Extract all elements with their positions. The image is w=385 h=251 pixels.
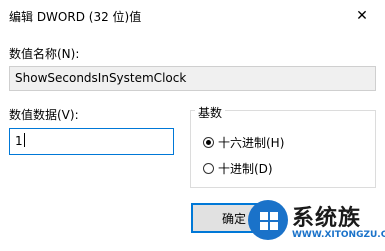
title-bar: 编辑 DWORD (32 位)值 ✕ — [0, 0, 385, 32]
site-watermark: 系统族 WWW.XITONGZU.COM — [248, 196, 385, 251]
radio-decimal-indicator[interactable] — [203, 163, 214, 174]
edit-dword-dialog: 编辑 DWORD (32 位)值 ✕ 数值名称(N): ShowSecondsI… — [0, 0, 385, 251]
radio-decimal-label: 十进制(D) — [218, 162, 273, 176]
value-name-label: 数值名称(N): — [9, 47, 80, 61]
text-caret — [23, 133, 25, 147]
watermark-text: 系统族 — [292, 206, 362, 231]
base-title: 基数 — [195, 104, 226, 121]
close-button[interactable]: ✕ — [339, 0, 385, 32]
value-data-input[interactable]: 1 — [9, 128, 174, 155]
radio-hex[interactable]: 十六进制(H) — [203, 134, 284, 151]
radio-hex-indicator[interactable] — [203, 137, 214, 148]
value-name-text: ShowSecondsInSystemClock — [15, 71, 187, 85]
value-data-label: 数值数据(V): — [9, 108, 79, 122]
close-icon: ✕ — [356, 8, 368, 24]
ok-button-label: 确定 — [221, 211, 246, 226]
windows-logo-icon — [248, 200, 288, 240]
radio-hex-label: 十六进制(H) — [218, 136, 285, 150]
radio-decimal[interactable]: 十进制(D) — [203, 160, 273, 177]
value-name-field[interactable]: ShowSecondsInSystemClock — [9, 66, 376, 91]
window-title: 编辑 DWORD (32 位)值 — [9, 10, 142, 24]
value-data-text: 1 — [15, 134, 23, 148]
watermark-url: WWW.XITONGZU.COM — [292, 230, 385, 240]
